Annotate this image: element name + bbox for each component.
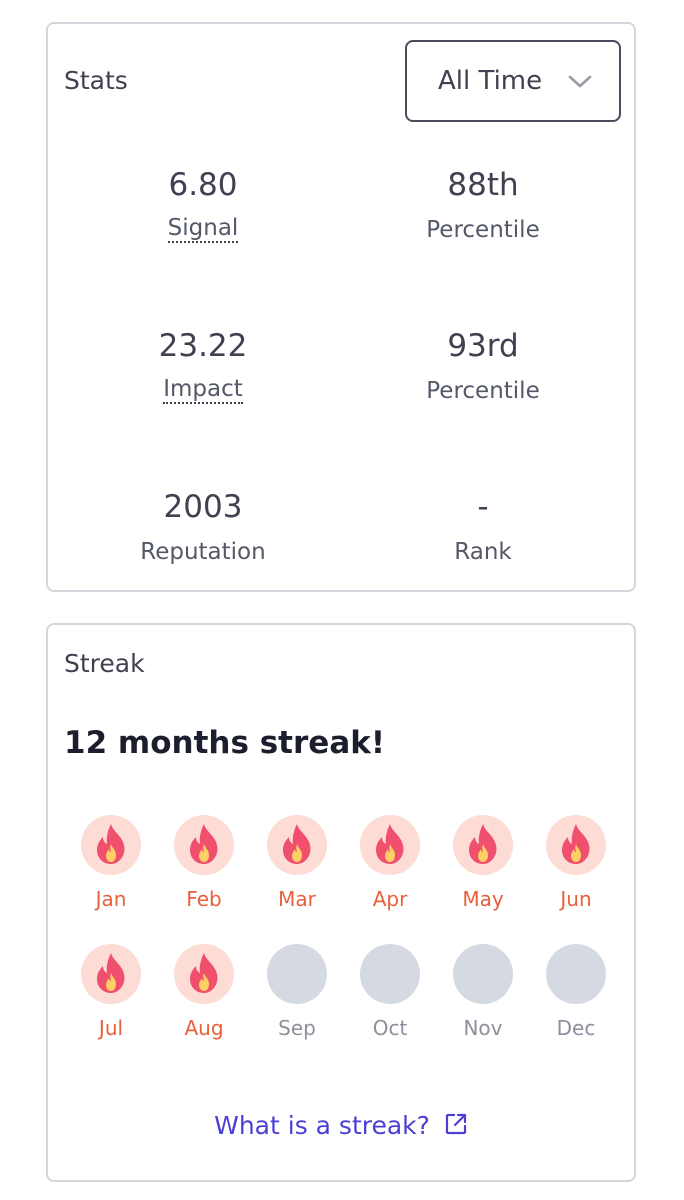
stat-label-impact[interactable]: Impact — [163, 376, 243, 404]
stats-title: Stats — [64, 66, 128, 95]
month-inactive-indicator — [267, 944, 327, 1004]
month-active-indicator — [546, 815, 606, 875]
month-label: Oct — [372, 1016, 408, 1040]
month-apr: Apr — [345, 815, 435, 911]
stat-value: 23.22 — [158, 328, 248, 364]
month-label: Feb — [186, 887, 222, 911]
stat-label: Rank — [454, 539, 512, 565]
stat-impact-percentile: 93rd Percentile — [353, 328, 613, 406]
month-label: Jun — [560, 887, 592, 911]
month-active-indicator — [360, 815, 420, 875]
month-sep: Sep — [252, 944, 342, 1040]
month-mar: Mar — [252, 815, 342, 911]
month-inactive-indicator — [360, 944, 420, 1004]
streak-heading: 12 months streak! — [64, 725, 385, 761]
streak-card: Streak 12 months streak! Jan Feb Mar Apr May… — [46, 623, 636, 1182]
flame-icon — [562, 824, 590, 864]
stat-signal-percentile: 88th Percentile — [353, 167, 613, 245]
flame-icon — [190, 953, 218, 993]
stat-value: - — [477, 489, 489, 525]
month-active-indicator — [174, 944, 234, 1004]
month-label: Nov — [463, 1016, 503, 1040]
month-aug: Aug — [159, 944, 249, 1040]
stat-label: Reputation — [140, 539, 266, 565]
stat-reputation: 2003 Reputation — [73, 489, 333, 567]
month-label: Jan — [95, 887, 127, 911]
chevron-down-icon — [568, 75, 592, 88]
month-nov: Nov — [438, 944, 528, 1040]
month-jun: Jun — [531, 815, 621, 911]
month-inactive-indicator — [546, 944, 606, 1004]
month-label: Dec — [556, 1016, 596, 1040]
month-jan: Jan — [66, 815, 156, 911]
flame-icon — [97, 824, 125, 864]
month-label: Aug — [184, 1016, 224, 1040]
flame-icon — [376, 824, 404, 864]
stat-rank: - Rank — [353, 489, 613, 567]
stat-label: Percentile — [426, 378, 540, 404]
month-active-indicator — [267, 815, 327, 875]
stat-value: 6.80 — [168, 167, 238, 203]
month-inactive-indicator — [453, 944, 513, 1004]
external-link-icon — [445, 1113, 466, 1135]
month-label: Sep — [278, 1016, 316, 1040]
month-active-indicator — [81, 815, 141, 875]
month-dec: Dec — [531, 944, 621, 1040]
stat-value: 2003 — [163, 489, 243, 525]
stat-impact: 23.22 Impact — [73, 328, 333, 404]
month-label: Apr — [372, 887, 408, 911]
month-active-indicator — [81, 944, 141, 1004]
stat-value: 93rd — [447, 328, 519, 364]
month-may: May — [438, 815, 528, 911]
flame-icon — [97, 953, 125, 993]
streak-link-label: What is a streak? — [214, 1111, 430, 1140]
month-label: Jul — [98, 1016, 124, 1040]
streak-title: Streak — [64, 649, 145, 678]
month-active-indicator — [174, 815, 234, 875]
month-oct: Oct — [345, 944, 435, 1040]
what-is-streak-link[interactable]: What is a streak? — [48, 1111, 634, 1140]
month-jul: Jul — [66, 944, 156, 1040]
stat-label: Percentile — [426, 217, 540, 243]
stat-value: 88th — [447, 167, 519, 203]
flame-icon — [190, 824, 218, 864]
month-label: Mar — [278, 887, 316, 911]
stat-label-signal[interactable]: Signal — [167, 215, 239, 243]
flame-icon — [283, 824, 311, 864]
flame-icon — [469, 824, 497, 864]
stat-signal: 6.80 Signal — [73, 167, 333, 243]
month-active-indicator — [453, 815, 513, 875]
time-range-dropdown[interactable]: All Time — [405, 40, 621, 122]
time-range-selected: All Time — [438, 66, 543, 96]
stats-card: Stats All Time 6.80 Signal 88th Percenti… — [46, 22, 636, 592]
month-feb: Feb — [159, 815, 249, 911]
month-label: May — [462, 887, 504, 911]
